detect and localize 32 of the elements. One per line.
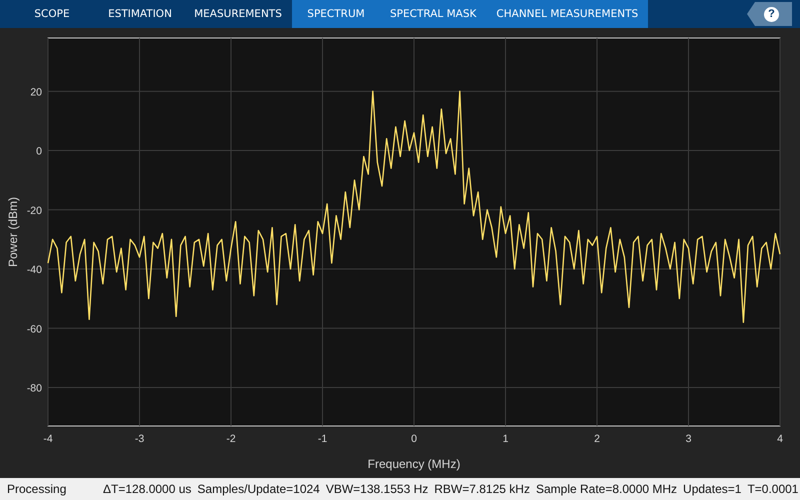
- x-tick-label: 1: [502, 433, 508, 445]
- status-readout: T=0.0001: [747, 482, 798, 496]
- x-tick-label: -2: [226, 433, 236, 445]
- tab[interactable]: SPECTRAL MASK: [380, 0, 486, 28]
- y-axis-label: Power (dBm): [6, 197, 20, 267]
- x-tick-label: 4: [777, 433, 783, 445]
- x-tick-label: -4: [43, 433, 53, 445]
- y-tick-label: -40: [26, 264, 42, 276]
- tab[interactable]: SCOPE: [8, 0, 96, 28]
- y-tick-label: 20: [30, 86, 42, 98]
- y-tick-label: 0: [36, 146, 42, 158]
- y-tick-label: -80: [26, 382, 42, 394]
- x-tick-label: 0: [411, 433, 417, 445]
- y-tick-label: -20: [26, 204, 42, 217]
- help-button[interactable]: ?: [747, 2, 792, 26]
- x-tick-label: -1: [318, 433, 328, 445]
- status-readout: Updates=1: [683, 482, 742, 496]
- status-readout: RBW=7.8125 kHz: [434, 482, 530, 496]
- x-tick-label: 3: [686, 433, 692, 445]
- status-readout: Sample Rate=8.0000 MHz: [536, 482, 678, 496]
- tab[interactable]: CHANNEL MEASUREMENTS: [486, 0, 648, 28]
- status-readout: Samples/Update=1024: [197, 482, 320, 496]
- tab[interactable]: ESTIMATION: [96, 0, 184, 28]
- y-tick-label: -60: [26, 323, 42, 336]
- tab[interactable]: MEASUREMENTS: [184, 0, 292, 28]
- status-readout: ΔT=128.0000 us: [103, 482, 192, 496]
- status-text: Processing: [7, 482, 68, 496]
- x-tick-label: 2: [594, 433, 600, 445]
- x-axis-label: Frequency (MHz): [368, 457, 460, 471]
- x-tick-label: -3: [134, 433, 144, 445]
- status-readout: VBW=138.1553 Hz: [326, 482, 428, 496]
- tab[interactable]: SPECTRUM: [292, 0, 380, 28]
